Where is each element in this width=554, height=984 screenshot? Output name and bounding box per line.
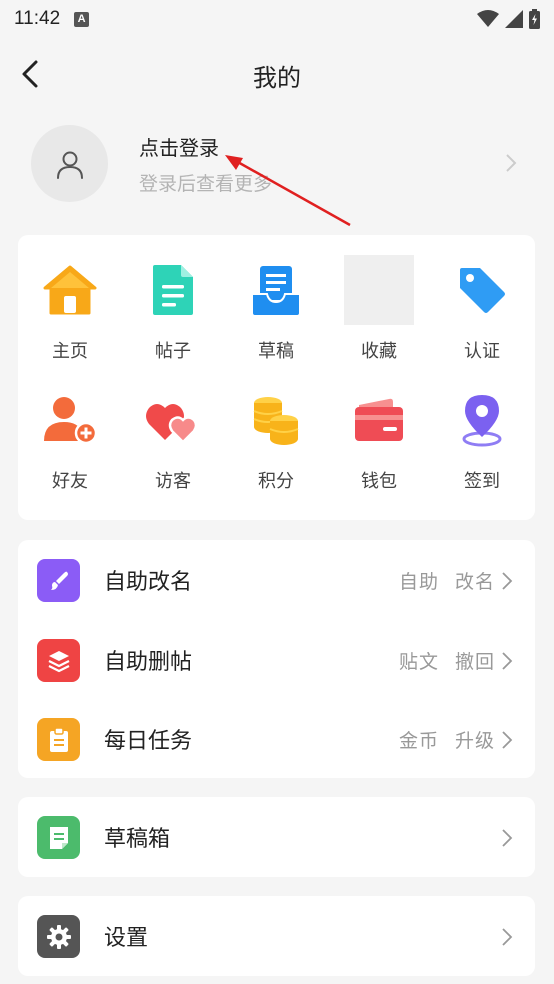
- post-document-icon: [138, 255, 208, 325]
- draft-tray-icon: [241, 255, 311, 325]
- list-item-daily-tasks[interactable]: 每日任务 金币 升级: [18, 699, 535, 779]
- wallet-icon: [344, 385, 414, 455]
- chevron-right-icon: [502, 731, 513, 749]
- grid-label: 认证: [464, 341, 500, 362]
- grid-label: 帖子: [155, 341, 191, 362]
- clipboard-icon: [37, 718, 80, 761]
- tag-icon: [447, 255, 517, 325]
- grid-label: 签到: [464, 471, 500, 492]
- location-pin-icon: [447, 385, 517, 455]
- list-item-settings[interactable]: 设置: [18, 896, 535, 976]
- list-item-title: 草稿箱: [104, 827, 171, 852]
- grid-label: 好友: [52, 471, 88, 492]
- grid-label: 主页: [52, 341, 88, 362]
- list-item-rename[interactable]: 自助改名 自助 改名: [18, 540, 535, 620]
- visitor-hearts-icon: [138, 385, 208, 455]
- settings-card: 设置: [18, 896, 535, 976]
- list-item-tags: 贴文 撤回: [398, 651, 495, 673]
- login-profile-row[interactable]: 点击登录 登录后查看更多: [0, 112, 554, 216]
- status-time: 11:42: [14, 8, 61, 29]
- user-icon: [56, 151, 83, 179]
- list-item-title: 设置: [104, 926, 149, 951]
- login-subtitle: 登录后查看更多: [139, 173, 273, 195]
- grid-item-verify[interactable]: 认证: [432, 235, 532, 362]
- favorites-placeholder-icon: [344, 255, 414, 325]
- status-bar: 11:42 A: [0, 0, 554, 38]
- add-friend-icon: [35, 385, 105, 455]
- notification-icon: A: [74, 11, 90, 27]
- wifi-icon: [477, 10, 499, 27]
- grid-item-friends[interactable]: 好友: [20, 365, 120, 492]
- drafts-box-card: 草稿箱: [18, 797, 535, 877]
- coins-icon: [241, 385, 311, 455]
- list-item-tags: 金币 升级: [398, 730, 495, 752]
- grid-item-wallet[interactable]: 钱包: [329, 365, 429, 492]
- top-navbar: 我的: [0, 44, 554, 104]
- list-item-title: 每日任务: [104, 729, 193, 754]
- chevron-right-icon: [502, 928, 513, 946]
- chevron-right-icon: [506, 154, 517, 172]
- signal-icon: [505, 10, 523, 28]
- note-icon: [37, 816, 80, 859]
- grid-item-favorites[interactable]: 收藏: [329, 235, 429, 362]
- login-prompt[interactable]: 点击登录: [139, 132, 219, 161]
- grid-item-drafts[interactable]: 草稿: [226, 235, 326, 362]
- grid-label: 钱包: [361, 471, 397, 492]
- list-item-drafts-box[interactable]: 草稿箱: [18, 797, 535, 877]
- shortcut-grid: 主页 帖子 草稿 收藏 认证 好友 访客 积分 钱包 签到: [18, 235, 535, 520]
- chevron-right-icon: [502, 572, 513, 590]
- tools-list: 自助改名 自助 改名 自助删帖 贴文 撤回 每日任务 金币 升级: [18, 540, 535, 778]
- grid-label: 草稿: [258, 341, 294, 362]
- grid-label: 收藏: [361, 341, 397, 362]
- chevron-right-icon: [502, 829, 513, 847]
- grid-item-points[interactable]: 积分: [226, 365, 326, 492]
- list-item-title: 自助改名: [104, 570, 193, 595]
- grid-item-posts[interactable]: 帖子: [123, 235, 223, 362]
- grid-label: 访客: [155, 471, 191, 492]
- chevron-right-icon: [502, 652, 513, 670]
- grid-item-checkin[interactable]: 签到: [432, 365, 532, 492]
- battery-icon: [529, 9, 540, 29]
- list-item-tags: 自助 改名: [398, 571, 495, 593]
- layers-icon: [37, 639, 80, 682]
- grid-item-visitors[interactable]: 访客: [123, 365, 223, 492]
- avatar[interactable]: [31, 125, 108, 202]
- gear-icon: [37, 915, 80, 958]
- grid-item-home[interactable]: 主页: [20, 235, 120, 362]
- page-title: 我的: [253, 64, 301, 92]
- grid-label: 积分: [258, 471, 294, 492]
- list-item-title: 自助删帖: [104, 650, 193, 675]
- list-item-delete-post[interactable]: 自助删帖 贴文 撤回: [18, 620, 535, 700]
- home-icon: [35, 255, 105, 325]
- brush-icon: [37, 559, 80, 602]
